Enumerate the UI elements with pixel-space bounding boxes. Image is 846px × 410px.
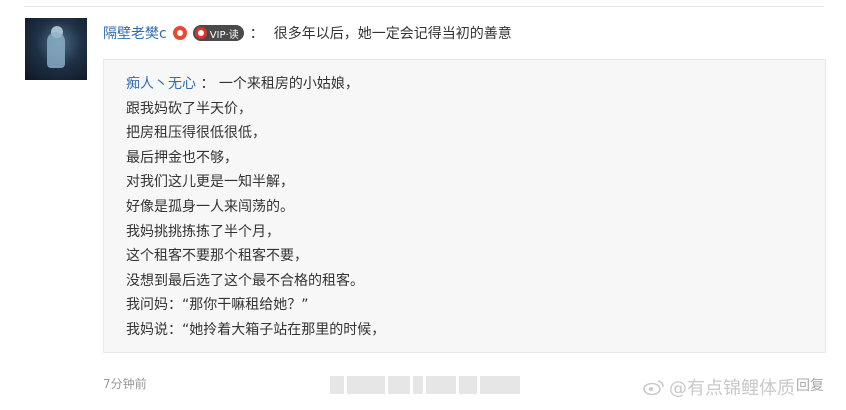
watermark: @有点锦鲤体质 [643, 374, 795, 400]
quoted-line: 好像是孤身一人来闯荡的。 [126, 198, 294, 215]
avatar-figure-body [47, 32, 65, 68]
username-link[interactable]: 隔壁老樊c [103, 23, 167, 43]
quoted-line: 把房租压得很低很低， [126, 125, 266, 142]
verified-badge-icon [172, 26, 187, 40]
quoted-line: 跟我妈砍了半天价， [126, 100, 252, 117]
vip-icon [194, 27, 207, 39]
quoted-comment-box: 痴人丶无心 ： 一个来租房的小姑娘， 跟我妈砍了半天价， 把房租压得很低很低， … [103, 59, 826, 353]
quoted-line: 我问妈：“那你干嘛租给她？” [126, 297, 309, 314]
comment-colon: ： [249, 26, 264, 42]
vip-badge[interactable]: VIP·读 [192, 25, 244, 41]
vip-label: VIP·读 [209, 29, 239, 41]
quoted-line: 最后押金也不够， [126, 149, 238, 166]
quoted-line: 我妈挑挑拣拣了半个月， [126, 223, 280, 240]
quoted-text: 痴人丶无心 ： 一个来租房的小姑娘， 跟我妈砍了半天价， 把房租压得很低很低， … [126, 72, 385, 343]
reply-button[interactable]: 回复 [796, 375, 824, 395]
quoted-line: 我妈说：“她拎着大箱子站在那里的时候， [126, 321, 386, 338]
watermark-text: @有点锦鲤体质 [669, 378, 795, 399]
quoted-line: 一个来租房的小姑娘， [218, 76, 359, 92]
quoted-username-link[interactable]: 痴人丶无心 [126, 76, 196, 92]
avatar[interactable] [25, 18, 87, 80]
quoted-line: 没想到最后选了这个最不合格的租客。 [126, 272, 364, 289]
weibo-logo-icon [643, 380, 664, 395]
quoted-line-first: 痴人丶无心 ： 一个来租房的小姑娘， [126, 72, 385, 97]
quoted-colon: ： [200, 76, 215, 92]
quoted-line: 对我们这儿更是一知半解， [126, 174, 294, 191]
comment-text: 很多年以后，她一定会记得当初的善意 [273, 26, 512, 42]
blurred-placeholder-strip [330, 376, 530, 394]
timestamp: 7分钟前 [103, 377, 147, 391]
top-divider [24, 6, 824, 7]
quoted-line: 这个租客不要那个租客不要， [126, 248, 308, 265]
comment-header: 隔壁老樊c VIP·读 ： 很多年以后，她一定会记得当初的善意 [103, 23, 512, 43]
